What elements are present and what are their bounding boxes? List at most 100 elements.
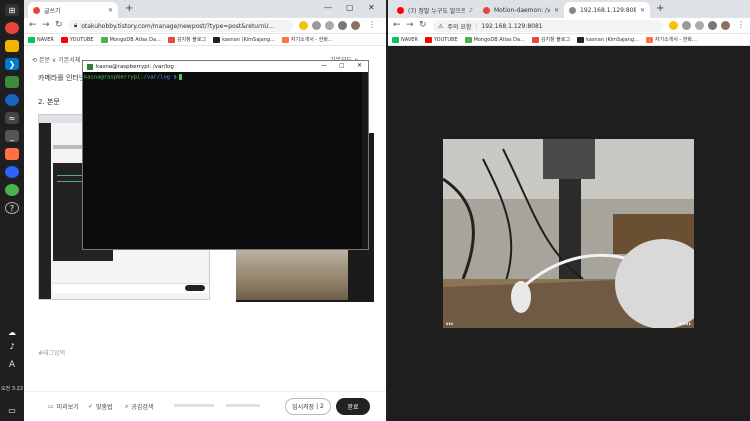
chrome-icon[interactable] — [5, 22, 19, 34]
tag-input[interactable]: #태그입력 — [38, 348, 65, 357]
close-icon[interactable]: ✕ — [640, 7, 645, 14]
back-icon[interactable]: ← — [393, 20, 401, 30]
close-icon[interactable]: ✕ — [554, 7, 559, 14]
lock-icon: 🔒︎ — [74, 22, 78, 29]
youtube-icon — [424, 36, 432, 43]
bookmark-blog[interactable]: 김지창 블로그 — [167, 36, 206, 43]
vscode-icon[interactable]: ❯ — [5, 58, 19, 70]
tab-editor[interactable]: 글쓰기 ✕ — [28, 2, 118, 18]
tab-youtube[interactable]: (7) 정말 누구도 알으르... ♪ — [392, 2, 478, 18]
back-icon[interactable]: ← — [29, 20, 37, 30]
star-icon[interactable] — [325, 21, 334, 30]
chrome2-icon[interactable] — [5, 184, 19, 196]
bookmark-naver[interactable]: NAVER — [28, 36, 54, 43]
minimize-button[interactable]: — — [324, 3, 332, 12]
app2-icon[interactable] — [5, 166, 19, 178]
browser-toolbar: ← → ↻ ⚠ 주의 요함 | 192.168.1.129:8081 ⋮ — [388, 18, 750, 34]
terminal-close[interactable]: ✕ — [357, 62, 362, 69]
embedded-camera-image[interactable] — [236, 250, 348, 300]
naver-icon — [392, 36, 399, 43]
doc-icon — [281, 36, 289, 43]
start-icon[interactable]: ⊞ — [5, 4, 19, 16]
faded-text — [226, 404, 260, 407]
undo-icon[interactable]: ⟲ — [32, 57, 37, 64]
extension-icon[interactable] — [299, 21, 308, 30]
help-icon[interactable]: ? — [5, 202, 19, 214]
bookmark-mongodb[interactable]: MongoDB Atlas Da... — [100, 36, 161, 43]
editor-toolbar[interactable]: ⟲ 본문 ∨ 기본서체 — [32, 55, 80, 64]
terminal-icon[interactable]: _ — [5, 130, 19, 142]
tab-camera[interactable]: 192.168.1.129:8081 ✕ — [564, 2, 650, 18]
editor-heading[interactable]: 2. 본문 — [38, 97, 60, 107]
terminal-window[interactable]: kasna@raspberrypi: /var/log — ▢ ✕ kasna@… — [82, 60, 369, 250]
figma-icon[interactable] — [5, 148, 19, 160]
bookmark-blog[interactable]: 김지창 블로그 — [531, 36, 570, 43]
scene-mount — [543, 139, 595, 179]
star-icon[interactable] — [695, 21, 704, 30]
embedded-taskbar — [39, 123, 51, 299]
sidebar-icon[interactable] — [708, 21, 717, 30]
windows-taskbar: ⊞ ❯ ≈ _ ? ☁ ♪ A 오전 3:22 ▭ — [0, 0, 24, 421]
speaker-icon[interactable]: ♪ — [5, 340, 19, 352]
reload-icon[interactable]: ↻ — [419, 20, 427, 30]
menu-icon[interactable]: ⋮ — [368, 20, 376, 29]
puzzle-icon[interactable] — [312, 21, 321, 30]
clock[interactable]: 오전 3:22 — [0, 386, 24, 392]
bookmark-mongodb[interactable]: MongoDB Atlas Da... — [464, 36, 525, 43]
done-button[interactable]: 완료 — [336, 398, 370, 415]
terminal-prompt[interactable]: kasna@raspberrypi:/var/log $ — [84, 74, 182, 81]
tab-motion[interactable]: Motion-daemon: /var/log/... ✕ — [478, 2, 564, 18]
profile-avatar[interactable] — [721, 21, 730, 30]
right-browser-window: (7) 정말 누구도 알으르... ♪ Motion-daemon: /var/… — [388, 0, 750, 421]
terminal-minimize[interactable]: — — [321, 62, 327, 69]
profile-avatar[interactable] — [351, 21, 360, 30]
notification-icon[interactable]: ▭ — [5, 404, 19, 416]
bookmark-naver[interactable]: NAVER — [392, 36, 418, 43]
youtube-icon — [60, 36, 68, 43]
tab-strip: (7) 정말 누구도 알으르... ♪ Motion-daemon: /var/… — [388, 0, 750, 18]
bookmark-resume[interactable]: 자기소개서 - 한화... — [281, 36, 333, 43]
close-icon[interactable]: ✕ — [108, 7, 113, 14]
cloud-icon[interactable]: ☁ — [5, 326, 19, 338]
menu-icon[interactable]: ⋮ — [737, 20, 745, 29]
ime-indicator[interactable]: A — [0, 361, 24, 370]
bookmark-youtube[interactable]: YOUTUBE — [60, 36, 94, 43]
temp-save-button[interactable]: 임시저장 | 2 — [285, 398, 331, 415]
bookmark-resume[interactable]: 자기소개서 - 한화... — [645, 36, 697, 43]
sidebar-icon[interactable] — [338, 21, 347, 30]
app-icon[interactable] — [5, 76, 19, 88]
address-bar[interactable]: ⚠ 주의 요함 | 192.168.1.129:8081 — [433, 20, 663, 32]
speaker-icon[interactable]: ♪ — [469, 7, 473, 14]
edge-icon[interactable] — [5, 94, 19, 106]
search-icon: ⌕ — [125, 402, 129, 410]
mongodb-icon — [100, 36, 108, 43]
extension-icon[interactable] — [669, 21, 678, 30]
search-button[interactable]: ⌕ 공감검색 — [125, 402, 153, 412]
bookmark-github[interactable]: kasnan (KimSajang... — [577, 36, 639, 43]
check-icon: ✓ — [88, 403, 94, 410]
explorer-icon[interactable] — [5, 40, 19, 52]
network-icon[interactable]: ≈ — [5, 112, 19, 124]
doc-icon — [645, 36, 653, 43]
terminal-scrollbar[interactable] — [362, 72, 368, 249]
bookmark-github[interactable]: kasnan (KimSajang... — [213, 36, 275, 43]
warning-icon: ⚠ — [438, 22, 444, 30]
reload-icon[interactable]: ↻ — [55, 20, 63, 30]
maximize-button[interactable]: ▢ — [346, 3, 354, 12]
address-bar[interactable]: 🔒︎ otakuhobby.tistory.com/manage/newpost… — [69, 20, 293, 32]
faded-text — [174, 404, 214, 407]
youtube-icon — [397, 6, 404, 14]
forward-icon[interactable]: → — [406, 20, 414, 30]
new-tab-button[interactable]: + — [125, 3, 133, 14]
editor-text-line[interactable]: 카메라를 인터넷 — [38, 73, 85, 83]
spellcheck-button[interactable]: ✓ 맞춤법 — [88, 402, 113, 411]
new-tab-button[interactable]: + — [656, 3, 664, 14]
bookmarks-bar: NAVER YOUTUBE MongoDB Atlas Da... 김지창 블로… — [24, 34, 386, 46]
camera-scene — [443, 139, 694, 328]
bookmark-youtube[interactable]: YOUTUBE — [424, 36, 458, 43]
puzzle-icon[interactable] — [682, 21, 691, 30]
preview-button[interactable]: ▭ 미리보기 — [48, 402, 79, 411]
forward-icon[interactable]: → — [42, 20, 50, 30]
close-window-button[interactable]: ✕ — [368, 3, 375, 12]
terminal-maximize[interactable]: ▢ — [339, 62, 345, 69]
